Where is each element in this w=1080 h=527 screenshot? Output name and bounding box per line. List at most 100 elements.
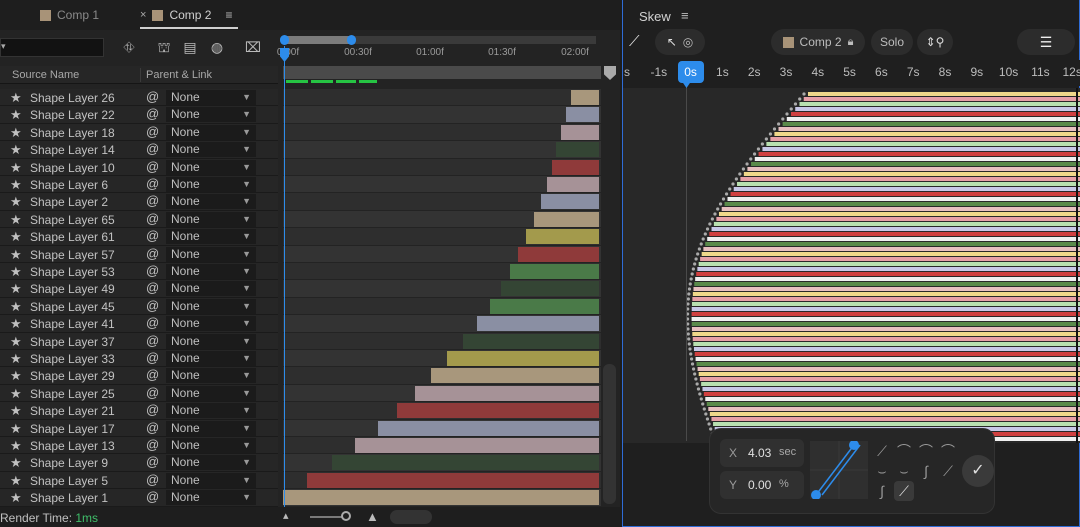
parent-dropdown[interactable]: None ▼ [166, 264, 256, 279]
panel-menu-icon[interactable]: ≡ [225, 8, 232, 22]
parent-dropdown[interactable]: None ▼ [166, 107, 256, 123]
ease-preset-icon[interactable]: ⌒ [894, 441, 914, 461]
layer-bar[interactable] [500, 281, 599, 297]
layer-row[interactable]: ★ Shape Layer 61 @ None ▼ [0, 228, 278, 246]
layer-name[interactable]: Shape Layer 41 [30, 317, 115, 331]
layer-name[interactable]: Shape Layer 13 [30, 439, 115, 453]
solo-button[interactable]: Solo [871, 29, 913, 55]
layer-name[interactable]: Shape Layer 2 [30, 195, 108, 209]
pick-whip-icon[interactable]: @ [146, 420, 159, 435]
source-name-header[interactable]: Source Name [12, 69, 79, 81]
x-value[interactable]: 4.03 [748, 446, 771, 460]
close-icon[interactable]: × [140, 9, 146, 21]
layer-bar[interactable] [570, 90, 599, 105]
layer-row[interactable]: ★ Shape Layer 9 @ None ▼ [0, 454, 278, 472]
parent-dropdown[interactable]: None ▼ [166, 159, 256, 175]
layer-row[interactable]: ★ Shape Layer 25 @ None ▼ [0, 384, 278, 403]
layer-name[interactable]: Shape Layer 1 [30, 491, 108, 505]
parent-dropdown[interactable]: None ▼ [166, 246, 256, 262]
navigator-range[interactable] [282, 36, 350, 44]
frame-blend-icon[interactable]: ▤ [181, 38, 199, 56]
parent-dropdown[interactable]: None ▼ [166, 455, 256, 471]
pick-whip-icon[interactable]: @ [146, 280, 159, 295]
layer-row[interactable]: ★ Shape Layer 18 @ None ▼ [0, 123, 278, 142]
layer-row[interactable]: ★ Shape Layer 49 @ None ▼ [0, 280, 278, 298]
x-field[interactable]: X 4.03 sec [720, 439, 804, 467]
layer-row[interactable]: ★ Shape Layer 22 @ None ▼ [0, 106, 278, 124]
y-field[interactable]: Y 0.00 % [720, 471, 804, 499]
pick-whip-icon[interactable]: @ [146, 367, 159, 382]
layer-row[interactable]: ★ Shape Layer 53 @ None ▼ [0, 263, 278, 281]
parent-dropdown[interactable]: None ▼ [166, 333, 256, 349]
pick-whip-icon[interactable]: @ [146, 315, 159, 330]
parent-dropdown[interactable]: None ▼ [166, 194, 256, 210]
layer-bar[interactable] [534, 211, 599, 227]
zoom-in-icon[interactable]: ▲ [366, 509, 379, 524]
graph-editor-icon[interactable]: ⌧ [244, 38, 262, 56]
layer-name[interactable]: Shape Layer 6 [30, 178, 108, 192]
layer-name[interactable]: Shape Layer 65 [30, 213, 115, 227]
pick-whip-icon[interactable]: @ [146, 437, 159, 452]
ease-preset-icon[interactable]: ⌒ [916, 441, 936, 461]
layer-bar[interactable] [540, 194, 599, 210]
ease-preset-icon[interactable]: ⌣ [872, 461, 892, 481]
comp-selector[interactable]: Comp 2 🔒︎ [771, 29, 865, 55]
layer-row[interactable]: ★ Shape Layer 10 @ None ▼ [0, 158, 278, 176]
layer-bar[interactable] [306, 472, 599, 488]
work-area-end-marker[interactable] [604, 66, 616, 80]
zoom-slider-knob[interactable] [341, 511, 351, 521]
ease-preset-icon[interactable]: ∫ [872, 481, 892, 501]
parent-dropdown[interactable]: None ▼ [166, 281, 256, 297]
layer-row[interactable]: ★ Shape Layer 26 @ None ▼ [0, 89, 278, 107]
layer-name[interactable]: Shape Layer 17 [30, 422, 115, 436]
pick-whip-icon[interactable]: @ [146, 193, 159, 208]
layer-bar[interactable] [556, 142, 599, 158]
seconds-ruler[interactable]: s -1s 0s 1s 2s 3s 4s 5s 6s 7s 8s 9s 10s 11s 12s [623, 60, 1080, 86]
ease-preset-icon[interactable]: ⌣ [894, 461, 914, 481]
ease-preset-icon[interactable]: ∫ [916, 461, 936, 481]
target-tool-icon[interactable]: ◎ [683, 35, 693, 49]
navigator-start-handle[interactable] [280, 35, 289, 45]
align-button[interactable]: ☰ [1017, 29, 1075, 55]
parent-dropdown[interactable]: None ▼ [166, 142, 256, 158]
pick-whip-icon[interactable]: @ [146, 402, 159, 417]
layer-bar[interactable] [397, 403, 599, 419]
pick-whip-icon[interactable]: @ [146, 333, 159, 348]
layer-name[interactable]: Shape Layer 61 [30, 230, 115, 244]
parent-dropdown[interactable]: None ▼ [166, 124, 256, 140]
current-second-marker[interactable]: 0s [677, 61, 704, 83]
layer-row[interactable]: ★ Shape Layer 37 @ None ▼ [0, 332, 278, 350]
layer-row[interactable]: ★ Shape Layer 29 @ None ▼ [0, 367, 278, 385]
parent-dropdown[interactable]: None ▼ [166, 177, 256, 192]
ease-preset-icon[interactable]: ⟋ [938, 461, 958, 481]
layer-row[interactable]: ★ Shape Layer 33 @ None ▼ [0, 350, 278, 368]
parent-dropdown[interactable]: None ▼ [166, 385, 256, 401]
parent-dropdown[interactable]: None ▼ [166, 90, 256, 105]
layer-row[interactable]: ★ Shape Layer 21 @ None ▼ [0, 402, 278, 420]
layer-bar[interactable] [518, 246, 599, 262]
pick-whip-icon[interactable]: @ [146, 454, 159, 469]
parent-dropdown[interactable]: None ▼ [166, 438, 256, 453]
layer-bar[interactable] [354, 438, 599, 453]
work-area-bar[interactable] [283, 66, 601, 79]
shy-icon[interactable]: ⛫ [155, 38, 173, 56]
parent-dropdown[interactable]: None ▼ [166, 211, 256, 227]
linear-preset-icon[interactable]: ⟋ [894, 481, 914, 501]
layer-bar[interactable] [551, 159, 599, 175]
layer-bar[interactable] [446, 351, 599, 366]
parent-link-header[interactable]: Parent & Link [146, 69, 212, 81]
tab-comp-1[interactable]: Comp 1 [40, 8, 99, 22]
layer-name[interactable]: Shape Layer 49 [30, 282, 115, 296]
layer-bar[interactable] [546, 177, 599, 192]
layer-bar[interactable] [332, 455, 599, 471]
pick-whip-icon[interactable]: @ [146, 106, 159, 121]
layer-row[interactable]: ★ Shape Layer 17 @ None ▼ [0, 419, 278, 437]
parent-dropdown[interactable]: None ▼ [166, 351, 256, 366]
layer-row[interactable]: ★ Shape Layer 57 @ None ▼ [0, 245, 278, 263]
motion-blur-icon[interactable]: ◍ [208, 38, 226, 56]
pick-whip-icon[interactable]: @ [146, 228, 159, 243]
parent-dropdown[interactable]: None ▼ [166, 490, 256, 506]
parent-dropdown[interactable]: None ▼ [166, 298, 256, 314]
time-ruler[interactable]: 0:00f 00:30f 01:00f 01:30f 02:00f [277, 34, 600, 64]
pick-whip-icon[interactable]: @ [146, 489, 159, 504]
